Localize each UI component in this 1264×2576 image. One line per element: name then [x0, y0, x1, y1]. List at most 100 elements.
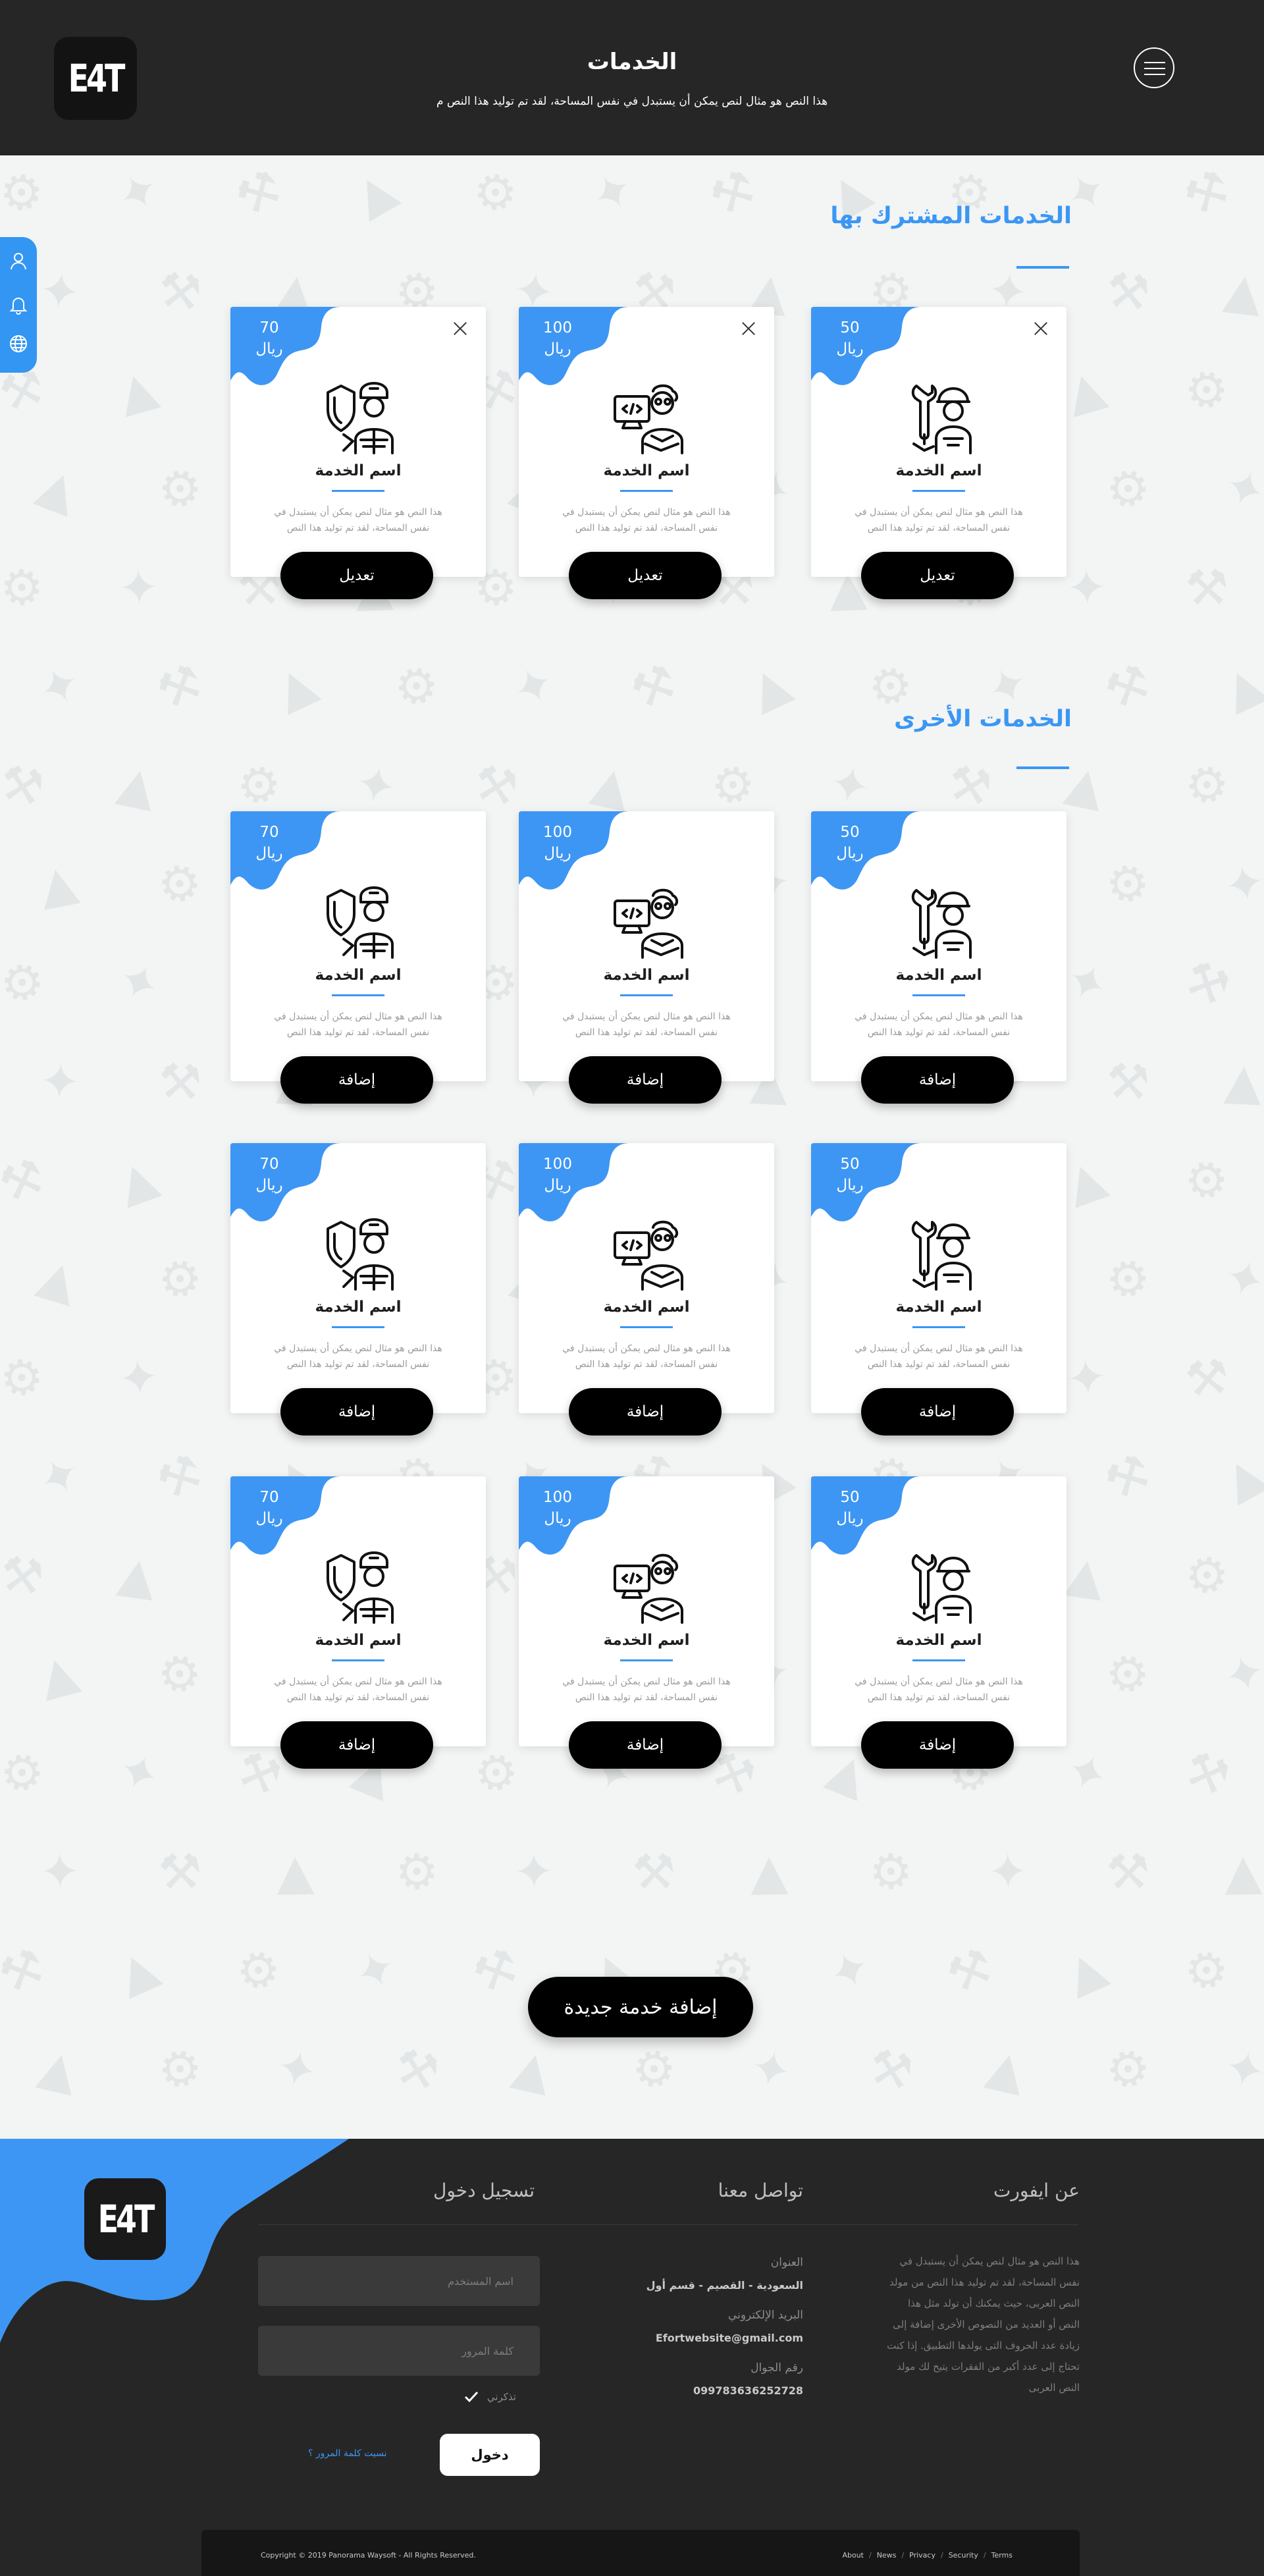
hammer-icon: ⚒ — [1182, 1347, 1232, 1409]
footer-link[interactable]: Terms — [991, 2551, 1013, 2560]
side-tab — [0, 237, 37, 373]
service-description: هذا النص هو مثال لنص يمكن أن يستبدل في ن… — [562, 1677, 731, 1703]
edit-service-button[interactable]: تعديل — [861, 552, 1014, 599]
link-separator: / — [983, 2551, 986, 2560]
helmet-icon: ▲ — [344, 159, 405, 227]
service-card: 100 ريال اسم الخدمة هذا النص هو مثال لنص… — [519, 1476, 774, 1769]
hammer-icon: ⚒ — [155, 261, 205, 323]
programmer-icon — [612, 1216, 685, 1293]
helmet-icon: ▲ — [982, 2037, 1031, 2102]
wrench-icon: ✦ — [28, 1442, 92, 1512]
helmet-icon: ▲ — [113, 754, 162, 817]
helmet-icon: ▲ — [34, 853, 82, 916]
price-value: 50 — [840, 1489, 860, 1506]
service-card: 70 ريال اسم الخدمة هذا النص هو مثال لنص … — [230, 811, 486, 1104]
add-service-button[interactable]: إضافة — [861, 1056, 1014, 1104]
remove-service-icon[interactable] — [452, 320, 469, 337]
hammer-icon: ⚒ — [1173, 157, 1240, 228]
add-service-button[interactable]: إضافة — [280, 1056, 433, 1104]
username-field[interactable] — [258, 2256, 540, 2306]
link-separator: / — [940, 2551, 943, 2560]
remove-service-icon[interactable] — [1032, 320, 1049, 337]
helmet-icon: ▲ — [750, 1843, 789, 1901]
programmer-icon — [612, 884, 685, 961]
price-value: 50 — [840, 1156, 860, 1173]
gear-icon: ⚙ — [626, 2037, 682, 2103]
wrench-icon: ✦ — [36, 261, 84, 323]
add-service-button[interactable]: إضافة — [861, 1721, 1014, 1769]
service-description: هذا النص هو مثال لنص يمكن أن يستبدل في ن… — [274, 1011, 442, 1038]
gear-icon: ⚙ — [0, 558, 45, 618]
globe-icon[interactable] — [8, 333, 29, 354]
footer-link[interactable]: Privacy — [909, 2551, 935, 2560]
wrench-icon: ✦ — [1217, 1246, 1264, 1313]
wrench-icon: ✦ — [109, 1739, 169, 1808]
price-currency: ريال — [255, 340, 283, 358]
hammer-icon: ⚒ — [464, 1936, 527, 2006]
wrench-icon: ✦ — [117, 558, 161, 618]
service-name: اسم الخدمة — [603, 1632, 690, 1649]
price-label: 70 ريال — [230, 822, 308, 864]
hammer-icon: ⚒ — [621, 652, 686, 722]
forgot-password-link[interactable]: نسيت كلمة المرور ؟ — [308, 2448, 387, 2459]
price-label: 70 ريال — [230, 1154, 308, 1196]
price-label: 100 ريال — [519, 1487, 596, 1529]
gear-icon: ⚙ — [1101, 852, 1155, 917]
footer-logo[interactable]: E4T — [84, 2178, 166, 2260]
edit-service-button[interactable]: تعديل — [569, 552, 722, 599]
remember-checkbox[interactable] — [462, 2388, 481, 2406]
email-value[interactable]: Efortwebsite@gmail.com — [606, 2328, 803, 2355]
footer-link[interactable]: Security — [949, 2551, 978, 2560]
menu-bar-icon — [1144, 68, 1165, 69]
add-new-service-button[interactable]: إضافة خدمة جديدة — [528, 1977, 753, 2037]
service-name: اسم الخدمة — [895, 462, 982, 479]
gear-icon: ⚙ — [0, 1347, 47, 1409]
helmet-icon: ▲ — [587, 754, 636, 817]
user-icon[interactable] — [8, 250, 29, 271]
add-service-button[interactable]: إضافة — [569, 1056, 722, 1104]
bell-icon[interactable] — [8, 294, 29, 315]
subscribed-section-title: الخدمات المشترك بها — [830, 203, 1072, 229]
service-description: هذا النص هو مثال لنص يمكن أن يستبدل في ن… — [855, 1011, 1023, 1038]
add-service-button[interactable]: إضافة — [569, 1721, 722, 1769]
edit-service-button[interactable]: تعديل — [280, 552, 433, 599]
helmet-icon: ▲ — [740, 653, 799, 720]
price-label: 100 ريال — [519, 822, 596, 864]
price-currency: ريال — [544, 340, 571, 358]
add-service-button[interactable]: إضافة — [861, 1388, 1014, 1436]
login-button[interactable]: دخول — [440, 2434, 540, 2476]
add-service-button[interactable]: إضافة — [280, 1721, 433, 1769]
mechanic-icon — [905, 884, 977, 961]
mechanic-icon — [905, 1216, 977, 1293]
service-description: هذا النص هو مثال لنص يمكن أن يستبدل في ن… — [562, 507, 731, 533]
wrench-icon: ✦ — [271, 2037, 323, 2102]
helmet-icon: ▲ — [1213, 1443, 1264, 1511]
hammer-icon: ⚒ — [0, 753, 49, 818]
price-label: 70 ريال — [230, 317, 308, 360]
service-name-underline — [912, 490, 965, 492]
wrench-icon: ✦ — [346, 1937, 406, 2005]
contact-info: العنوان السعودية - القصيم - قسم أول البر… — [606, 2249, 803, 2407]
gear-icon: ⚙ — [152, 2037, 208, 2103]
security-guard-icon — [324, 884, 396, 961]
price-currency: ريال — [836, 1510, 864, 1527]
service-name-underline — [332, 1659, 384, 1661]
copyright-text: Copyright © 2019 Panorama Waysoft - All … — [261, 2551, 476, 2560]
hammer-icon: ⚒ — [631, 1843, 677, 1901]
page-footer: E4T عن ايفورت تواصل معنا تسجيل دخول هذا … — [0, 2139, 1264, 2576]
footer-links: About / News / Privacy / Security / Terms — [842, 2551, 1013, 2560]
service-name-underline — [620, 1659, 673, 1661]
footer-link[interactable]: About — [842, 2551, 864, 2560]
phone-value[interactable]: 099783636252728 — [606, 2381, 803, 2407]
wrench-icon: ✦ — [1219, 2037, 1264, 2102]
add-service-button[interactable]: إضافة — [280, 1388, 433, 1436]
hammer-icon: ⚒ — [0, 1544, 48, 1607]
wrench-icon: ✦ — [1063, 1347, 1111, 1409]
footer-link[interactable]: News — [877, 2551, 897, 2560]
remove-service-icon[interactable] — [740, 320, 757, 337]
add-service-button[interactable]: إضافة — [569, 1388, 722, 1436]
password-field[interactable] — [258, 2326, 540, 2376]
menu-button[interactable] — [1134, 47, 1174, 88]
programmer-icon — [612, 379, 685, 457]
helmet-icon: ▲ — [1063, 1545, 1108, 1607]
